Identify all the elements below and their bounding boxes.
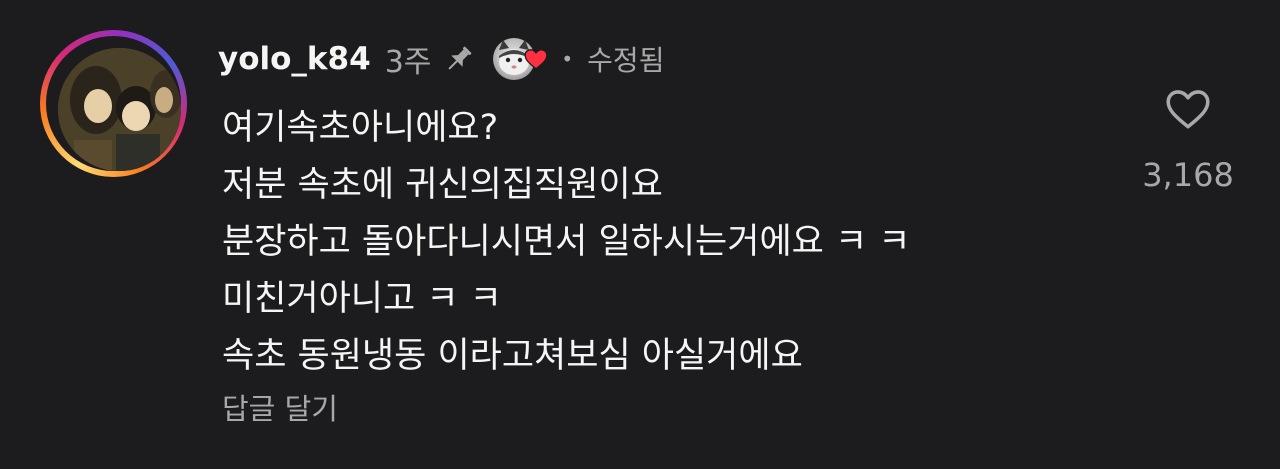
reply-button[interactable]: 답글 달기 bbox=[222, 386, 338, 428]
pin-icon bbox=[443, 43, 475, 75]
like-count: 3,168 bbox=[1142, 156, 1234, 194]
comment-line: 여기속초아니에요? bbox=[222, 108, 499, 148]
comment-line: 미친거아니고 ㅋ ㅋ bbox=[222, 279, 502, 319]
comment-text: 여기속초아니에요? 저분 속초에 귀신의집직원이요 분장하고 돌아다니시면서 일… bbox=[222, 100, 911, 385]
comment-line: 분장하고 돌아다니시면서 일하시는거에요 ㅋ ㅋ bbox=[222, 222, 911, 262]
like-area: 3,168 bbox=[1140, 84, 1236, 194]
separator-dot: • bbox=[561, 47, 574, 71]
edited-label: 수정됨 bbox=[587, 44, 665, 77]
user-avatar[interactable] bbox=[58, 48, 181, 171]
comment-line: 저분 속초에 귀신의집직원이요 bbox=[222, 165, 663, 205]
author-liked-avatar bbox=[493, 38, 548, 80]
avatar-illustration bbox=[58, 48, 181, 171]
username-link[interactable]: yolo_k84 bbox=[218, 41, 371, 77]
comment-time[interactable]: 3주 bbox=[385, 37, 432, 81]
avatar-gap bbox=[46, 36, 181, 171]
comment-line: 속초 동원냉동 이라고쳐보심 아실거에요 bbox=[222, 336, 803, 376]
red-heart-icon bbox=[523, 46, 549, 72]
comment-header: yolo_k84 3주 • 수정됨 bbox=[218, 36, 664, 82]
heart-outline-icon[interactable] bbox=[1163, 84, 1213, 134]
story-ring[interactable] bbox=[40, 30, 187, 177]
